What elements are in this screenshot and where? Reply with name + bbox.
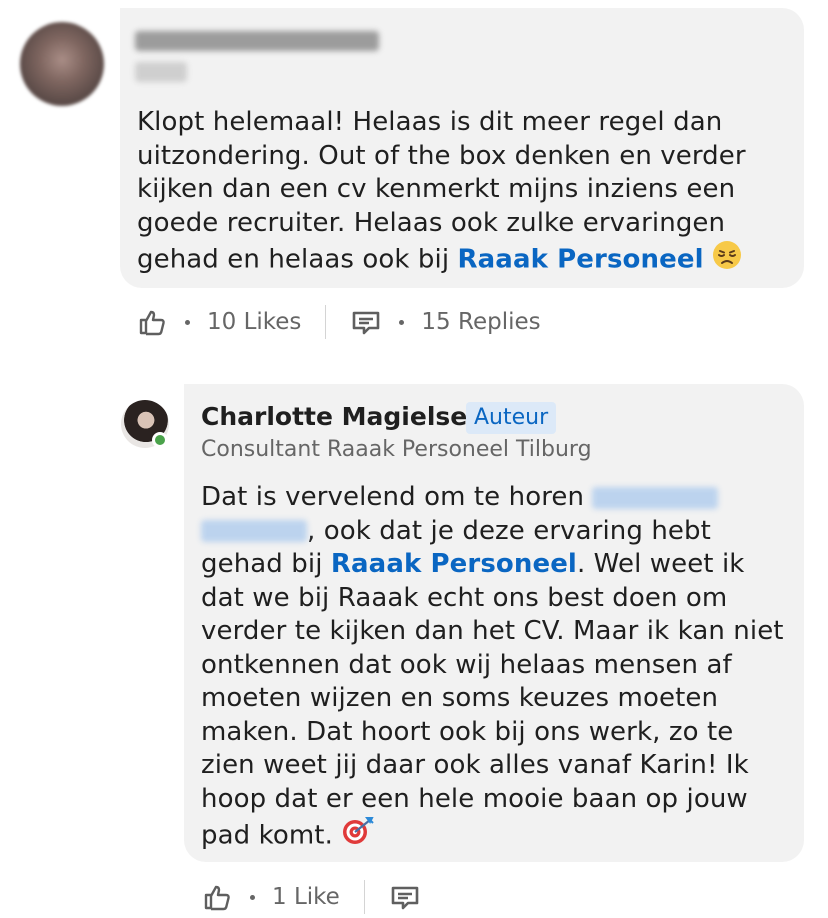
- online-status-icon: [152, 432, 168, 448]
- reply-body: Dat is vervelend om te horen: [201, 482, 593, 512]
- redacted-mention: [592, 486, 719, 509]
- author-headline: Consultant Raaak Personeel Tilburg: [201, 437, 592, 462]
- separator-dot: [185, 319, 190, 325]
- likes-count[interactable]: 10 Likes: [207, 309, 301, 335]
- separator-dot: [250, 894, 255, 900]
- mention-link[interactable]: Raaak Personeel: [458, 244, 704, 274]
- reply-icon[interactable]: [350, 306, 382, 338]
- replies-count[interactable]: 15 Replies: [421, 309, 540, 335]
- redacted-mention: [201, 520, 307, 542]
- like-thumb-icon[interactable]: [136, 306, 168, 338]
- reply-actions: 1 Like: [201, 878, 421, 916]
- direct-hit-target-icon: [341, 816, 375, 856]
- divider: [363, 880, 365, 914]
- reply-text: Dat is vervelend om te horen , ook dat j…: [201, 481, 791, 856]
- reply-body: . Wel weet ik dat we bij Raaak echt ons …: [201, 549, 784, 851]
- author-badge: Auteur: [466, 402, 557, 434]
- redacted-timestamp: [135, 62, 187, 82]
- like-thumb-icon[interactable]: [201, 881, 233, 913]
- reply-icon[interactable]: [389, 881, 421, 913]
- comment-actions: 10 Likes 15 Replies: [136, 303, 541, 341]
- disappointed-face-icon: [704, 240, 742, 280]
- comment-text: Klopt helemaal! Helaas is dit meer regel…: [137, 106, 777, 280]
- divider: [325, 305, 327, 339]
- separator-dot: [399, 319, 405, 325]
- likes-count[interactable]: 1 Like: [272, 884, 340, 910]
- redacted-author-name: [135, 31, 379, 51]
- mention-link[interactable]: Raaak Personeel: [331, 549, 577, 579]
- commenter-avatar[interactable]: [20, 22, 104, 106]
- author-name[interactable]: Charlotte Magielse: [201, 402, 467, 431]
